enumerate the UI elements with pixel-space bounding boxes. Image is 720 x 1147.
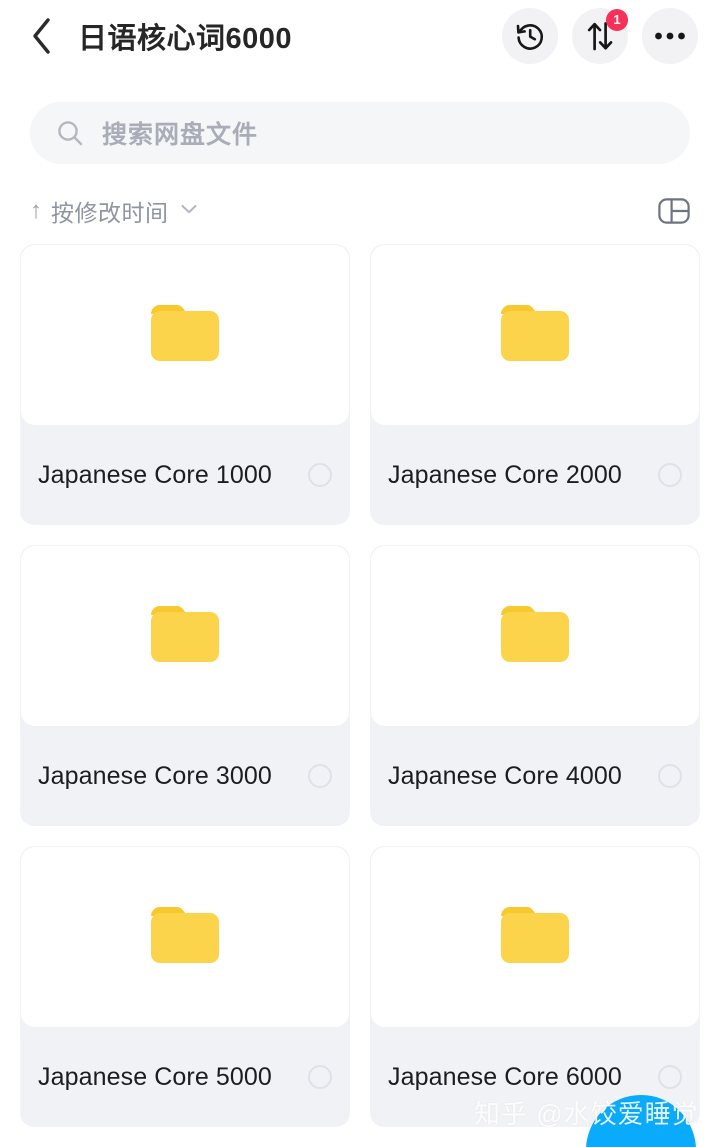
file-card[interactable]: Japanese Core 5000	[20, 846, 350, 1127]
chevron-left-icon	[30, 17, 52, 55]
more-icon	[654, 31, 686, 41]
transfer-badge: 1	[606, 9, 628, 31]
search-input[interactable]: 搜索网盘文件	[30, 102, 690, 164]
file-card[interactable]: Japanese Core 4000	[370, 545, 700, 826]
file-select-checkbox[interactable]	[658, 1065, 682, 1089]
file-name: Japanese Core 1000	[38, 460, 272, 489]
file-thumbnail	[21, 546, 349, 726]
folder-icon	[146, 902, 224, 973]
file-thumbnail	[371, 546, 699, 726]
folder-icon	[496, 300, 574, 371]
file-card[interactable]: Japanese Core 3000	[20, 545, 350, 826]
search-icon	[56, 119, 84, 147]
folder-icon	[146, 300, 224, 371]
folder-icon	[496, 601, 574, 672]
file-name: Japanese Core 4000	[388, 761, 622, 790]
sort-selector[interactable]: ↑ 按修改时间	[30, 194, 198, 228]
file-card-footer: Japanese Core 4000	[370, 726, 700, 826]
view-toggle-button[interactable]	[658, 198, 690, 224]
more-button[interactable]	[642, 8, 698, 64]
grid-view-icon	[658, 198, 690, 224]
file-thumbnail	[21, 847, 349, 1027]
sort-direction-arrow: ↑	[30, 197, 42, 224]
header-actions: 1	[502, 8, 698, 64]
transfer-button[interactable]: 1	[572, 8, 628, 64]
file-select-checkbox[interactable]	[658, 764, 682, 788]
search-section: 搜索网盘文件	[0, 72, 720, 164]
file-name: Japanese Core 2000	[388, 460, 622, 489]
file-select-checkbox[interactable]	[308, 1065, 332, 1089]
folder-icon	[146, 601, 224, 672]
file-card[interactable]: Japanese Core 1000	[20, 244, 350, 525]
folder-icon	[496, 902, 574, 973]
history-button[interactable]	[502, 8, 558, 64]
file-grid: Japanese Core 1000 Japanese Core 2000 Ja…	[0, 244, 720, 1127]
app-header: 日语核心词6000 1	[0, 0, 720, 72]
file-name: Japanese Core 6000	[388, 1062, 622, 1091]
file-card[interactable]: Japanese Core 6000	[370, 846, 700, 1127]
search-placeholder: 搜索网盘文件	[102, 121, 259, 149]
back-button[interactable]	[30, 16, 64, 56]
file-card-footer: Japanese Core 3000	[20, 726, 350, 826]
file-select-checkbox[interactable]	[308, 463, 332, 487]
history-icon	[514, 20, 546, 52]
file-name: Japanese Core 3000	[38, 761, 272, 790]
chevron-down-icon	[180, 202, 198, 220]
file-select-checkbox[interactable]	[658, 463, 682, 487]
file-thumbnail	[371, 245, 699, 425]
file-card[interactable]: Japanese Core 2000	[370, 244, 700, 525]
page-title: 日语核心词6000	[78, 23, 293, 55]
file-card-footer: Japanese Core 2000	[370, 425, 700, 525]
file-card-footer: Japanese Core 1000	[20, 425, 350, 525]
file-thumbnail	[21, 245, 349, 425]
sort-bar: ↑ 按修改时间	[0, 178, 720, 244]
file-thumbnail	[371, 847, 699, 1027]
file-card-footer: Japanese Core 5000	[20, 1027, 350, 1127]
sort-label: 按修改时间	[51, 200, 169, 226]
file-select-checkbox[interactable]	[308, 764, 332, 788]
file-name: Japanese Core 5000	[38, 1062, 272, 1091]
